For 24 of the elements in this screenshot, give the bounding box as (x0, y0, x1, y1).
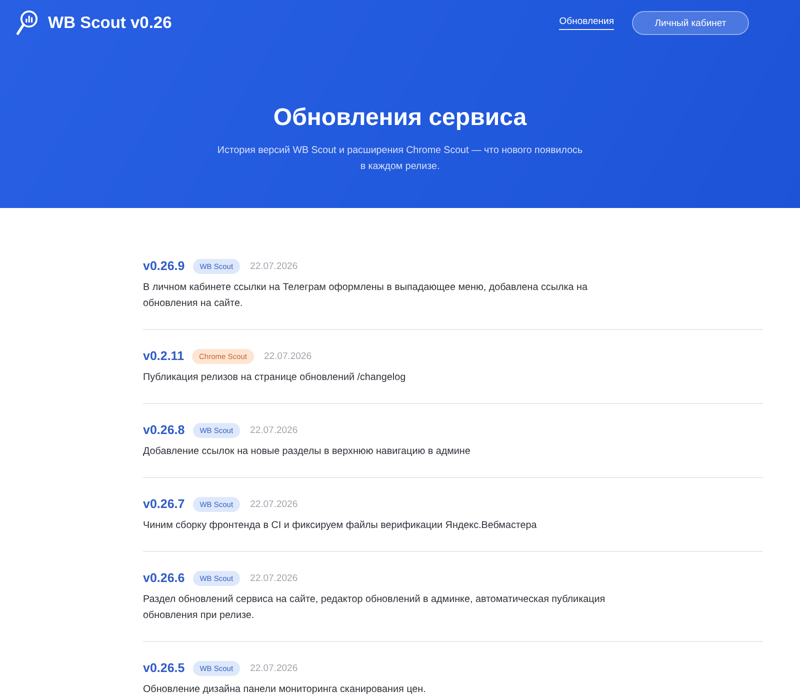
brand-title: WB Scout v0.26 (48, 14, 172, 32)
release-date: 22.07.2026 (250, 572, 298, 584)
release-description: Обновление дизайна панели мониторинга сканирования цен. (143, 683, 427, 697)
release-date: 22.07.2026 (250, 260, 298, 272)
account-button[interactable]: Личный кабинет (632, 11, 749, 35)
release-description: Раздел обновлений сервиса на сайте, редактор обновлений в админке, автоматическая публикация обновления при релизе. (143, 593, 606, 623)
magnifier-chart-icon (16, 10, 38, 36)
release-version: v0.26.6 (143, 571, 185, 585)
release-version: v0.2.11 (143, 349, 184, 363)
page-title: Обновления сервиса (273, 103, 527, 133)
release-date: 22.07.2026 (250, 498, 298, 510)
release-date: 22.07.2026 (250, 662, 298, 674)
nav-link[interactable]: Обновления (559, 16, 614, 30)
release-description: Добавление ссылок на новые разделы в верхнюю навигацию в админе (143, 445, 472, 459)
release-description: Публикация релизов на странице обновлений /changelog (143, 371, 407, 385)
release-description: В личном кабинете ссылки на Телеграм оформлены в выпадающее меню, добавлена ссылка на обновления на сайте. (143, 281, 588, 311)
release-version: v0.26.7 (143, 497, 185, 511)
release-date: 22.07.2026 (264, 350, 312, 362)
release-version: v0.26.5 (143, 661, 185, 675)
page-subtitle: История версий WB Scout и расширения Chrome Scout — что нового появилось в каждом релизе. (216, 144, 584, 174)
release-description: Чиним сборку фронтенда в CI и фиксируем файлы верификации Яндекс.Вебмастера (143, 519, 538, 533)
release-version: v0.26.8 (143, 423, 185, 437)
release-date: 22.07.2026 (250, 424, 298, 436)
release-version: v0.26.9 (143, 259, 185, 273)
